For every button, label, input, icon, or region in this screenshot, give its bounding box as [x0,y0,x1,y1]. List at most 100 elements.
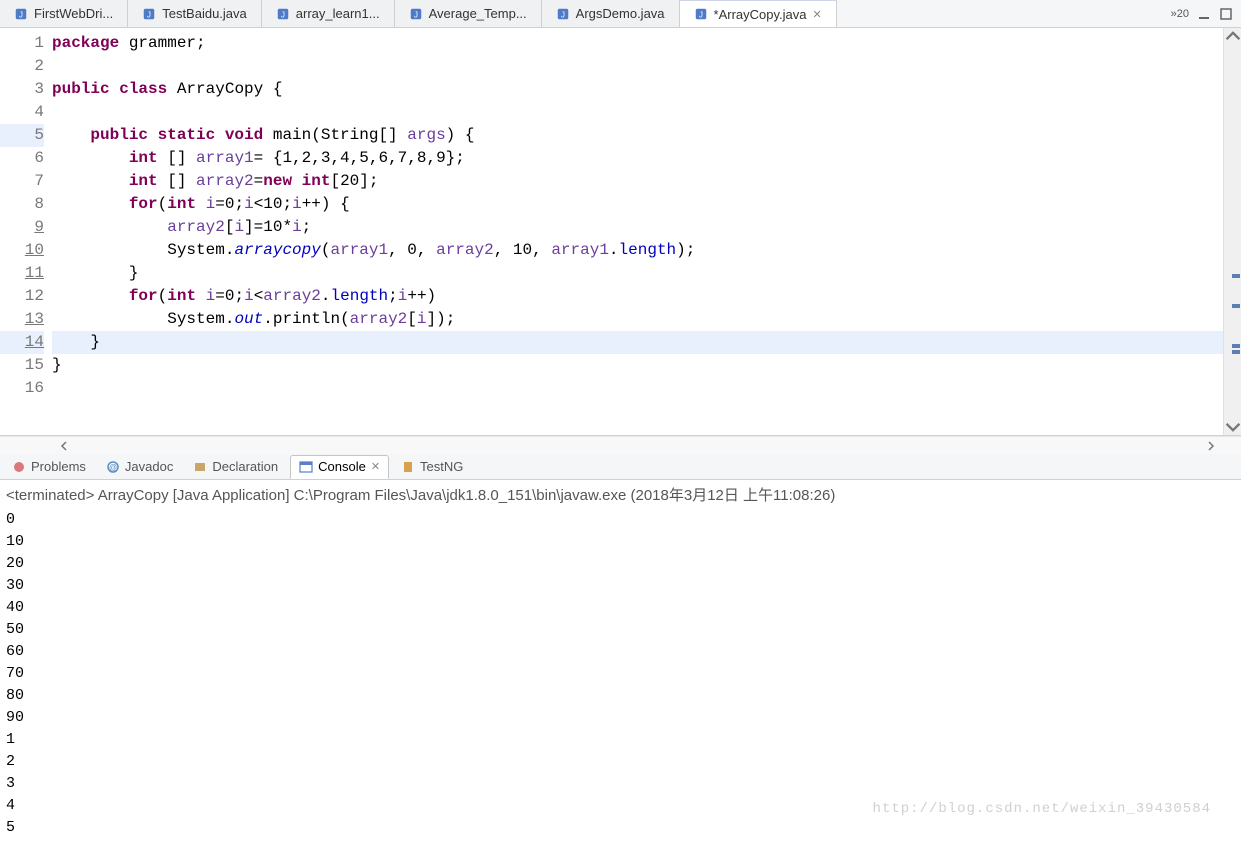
testng-icon [401,460,415,474]
line-number[interactable]: 11 [0,262,44,285]
editor-tab-averagetemp[interactable]: J Average_Temp... [395,0,542,27]
declaration-icon [193,460,207,474]
close-view-icon[interactable]: ✕ [371,460,380,473]
code-line[interactable]: int [] array1= {1,2,3,4,5,6,7,8,9}; [52,147,1223,170]
tab-label: Declaration [212,459,278,474]
line-number[interactable]: 4 [0,101,44,124]
tab-testng[interactable]: TestNG [393,455,471,479]
tab-label: Javadoc [125,459,173,474]
code-line[interactable]: } [52,354,1223,377]
line-number[interactable]: 14 [0,331,44,354]
editor-tab-argsdemo[interactable]: J ArgsDemo.java [542,0,680,27]
console-line: 30 [6,575,1235,597]
tab-label: TestNG [420,459,463,474]
code-editor[interactable]: package grammer; public class ArrayCopy {… [52,28,1223,435]
line-number[interactable]: 16 [0,377,44,400]
tab-label: Average_Temp... [429,6,527,21]
overview-ruler[interactable] [1224,44,1241,419]
editor-horizontal-scrollbar[interactable] [0,436,1241,454]
editor-tab-arraycopy[interactable]: J *ArrayCopy.java ✕ [680,0,837,27]
line-number[interactable]: 15 [0,354,44,377]
code-line[interactable]: } [52,262,1223,285]
console-line: 5 [6,817,1235,839]
line-number[interactable]: 1 [0,32,44,55]
code-line[interactable]: int [] array2=new int[20]; [52,170,1223,193]
java-file-icon: J [694,7,708,21]
code-line[interactable] [52,55,1223,78]
minimize-icon[interactable] [1197,7,1211,21]
console-line: 1 [6,729,1235,751]
console-line: 20 [6,553,1235,575]
editor-tab-testbaidu[interactable]: J TestBaidu.java [128,0,262,27]
svg-text:J: J [699,11,703,20]
console-line: 50 [6,619,1235,641]
scroll-down-icon[interactable] [1225,419,1241,435]
console-line: 90 [6,707,1235,729]
console-line: 4 [6,795,1235,817]
line-number[interactable]: 10 [0,239,44,262]
line-number[interactable]: 3 [0,78,44,101]
code-line[interactable]: array2[i]=10*i; [52,216,1223,239]
tab-label: ArgsDemo.java [576,6,665,21]
scroll-up-icon[interactable] [1225,28,1241,44]
tab-label: array_learn1... [296,6,380,21]
scroll-left-icon[interactable] [56,438,72,454]
line-number[interactable]: 9 [0,216,44,239]
java-file-icon: J [409,7,423,21]
code-line[interactable] [52,101,1223,124]
console-icon [299,460,313,474]
line-number[interactable]: 12 [0,285,44,308]
svg-text:@: @ [109,463,117,472]
console-line: 70 [6,663,1235,685]
console-line: 3 [6,773,1235,795]
close-tab-icon[interactable]: ✕ [813,8,822,21]
tab-label: TestBaidu.java [162,6,247,21]
editor-vertical-scrollbar[interactable] [1223,28,1241,435]
java-file-icon: J [276,7,290,21]
editor-body: 12345678910111213141516 package grammer;… [0,28,1241,436]
editor-tab-arraylearn[interactable]: J array_learn1... [262,0,395,27]
console-output[interactable]: 010203040506070809012345 [0,507,1241,841]
svg-text:J: J [19,10,23,19]
java-file-icon: J [142,7,156,21]
code-line[interactable]: for(int i=0;i<10;i++) { [52,193,1223,216]
console-line: 0 [6,509,1235,531]
code-line[interactable]: System.out.println(array2[i]); [52,308,1223,331]
svg-text:J: J [147,10,151,19]
svg-text:J: J [561,10,565,19]
code-line[interactable]: public class ArrayCopy { [52,78,1223,101]
line-number[interactable]: 2 [0,55,44,78]
console-line: 40 [6,597,1235,619]
bottom-view-tabs: Problems @ Javadoc Declaration Console ✕… [0,454,1241,480]
overflow-label[interactable]: »20 [1171,8,1189,20]
code-line[interactable] [52,377,1223,400]
tab-label: Console [318,459,366,474]
code-line[interactable]: public static void main(String[] args) { [52,124,1223,147]
line-number[interactable]: 5 [0,124,44,147]
code-line[interactable]: System.arraycopy(array1, 0, array2, 10, … [52,239,1223,262]
code-line[interactable]: package grammer; [52,32,1223,55]
line-number-gutter[interactable]: 12345678910111213141516 [0,28,52,435]
code-line[interactable]: for(int i=0;i<array2.length;i++) [52,285,1223,308]
console-header: <terminated> ArrayCopy [Java Application… [0,480,1241,507]
problems-icon [12,460,26,474]
line-number[interactable]: 6 [0,147,44,170]
tab-problems[interactable]: Problems [4,455,94,479]
javadoc-icon: @ [106,460,120,474]
scroll-right-icon[interactable] [1203,438,1219,454]
line-number[interactable]: 13 [0,308,44,331]
console-line: 80 [6,685,1235,707]
line-number[interactable]: 7 [0,170,44,193]
tab-label: FirstWebDri... [34,6,113,21]
editor-tab-firstwebdri[interactable]: J FirstWebDri... [0,0,128,27]
tab-javadoc[interactable]: @ Javadoc [98,455,181,479]
tab-declaration[interactable]: Declaration [185,455,286,479]
maximize-icon[interactable] [1219,7,1233,21]
tab-console[interactable]: Console ✕ [290,455,389,479]
java-file-icon: J [556,7,570,21]
line-number[interactable]: 8 [0,193,44,216]
svg-text:J: J [414,10,418,19]
code-line[interactable]: } [52,331,1223,354]
console-line: 60 [6,641,1235,663]
editor-tab-bar: J FirstWebDri... J TestBaidu.java J arra… [0,0,1241,28]
